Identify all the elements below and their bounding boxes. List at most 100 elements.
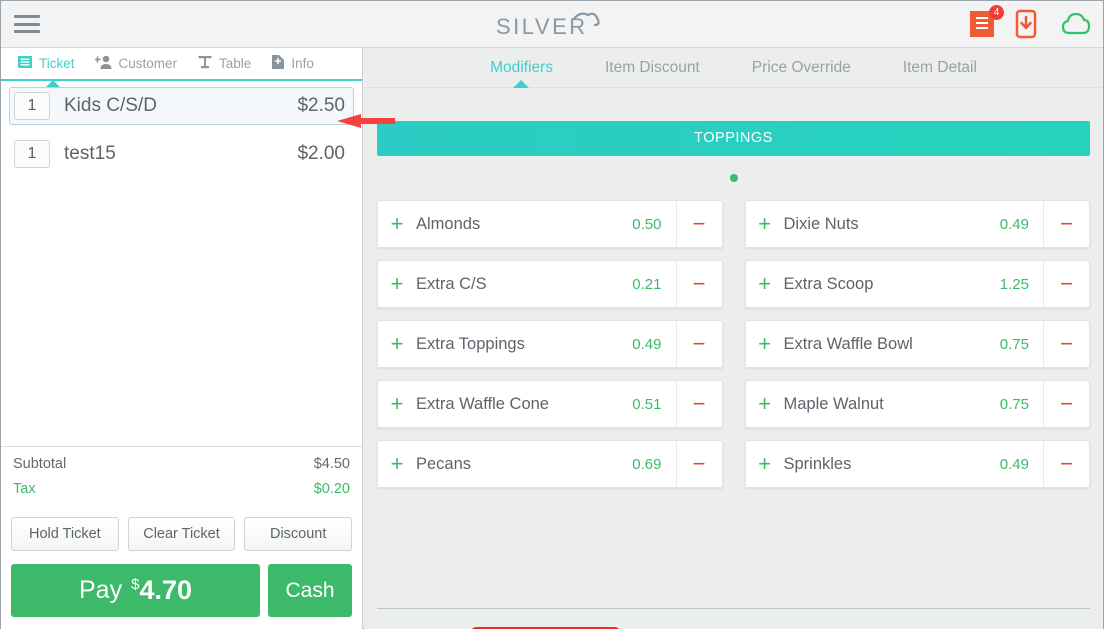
- sidebar-tab-info[interactable]: Info: [261, 49, 324, 79]
- receipt-badge-count: 4: [989, 5, 1004, 20]
- plus-icon[interactable]: +: [746, 213, 784, 235]
- plus-icon[interactable]: +: [378, 333, 416, 355]
- minus-icon[interactable]: −: [675, 381, 722, 427]
- list-item[interactable]: + Dixie Nuts 0.49 −: [744, 200, 1090, 248]
- top-bar-icons: 4: [969, 5, 1091, 39]
- minus-icon[interactable]: −: [1043, 321, 1089, 367]
- modifiers-panel: Modifiers Item Discount Price Override I…: [364, 48, 1103, 629]
- minus-icon[interactable]: −: [1043, 441, 1089, 487]
- modifier-name: Extra C/S: [416, 274, 487, 293]
- list-item[interactable]: + Extra Waffle Bowl 0.75 −: [744, 320, 1090, 368]
- modifier-name: Sprinkles: [783, 454, 852, 473]
- modifier-name: Extra Scoop: [783, 274, 874, 293]
- line-item-name: Kids C/S/D: [64, 95, 157, 116]
- pos-app-window: SILVER 4 Ticket Customer Table Info 1 Ki…: [0, 0, 1104, 629]
- modifier-name: Dixie Nuts: [783, 214, 859, 233]
- sidebar-tab-table-label: Table: [219, 56, 252, 71]
- modifier-name: Extra Waffle Cone: [416, 394, 549, 413]
- plus-icon[interactable]: +: [378, 213, 416, 235]
- sidebar-tab-info-label: Info: [291, 56, 314, 71]
- modifier-price: 0.49: [999, 215, 1029, 233]
- tax-row: Tax $0.20: [13, 472, 350, 497]
- table-row[interactable]: 1 test15 $2.00: [9, 135, 354, 173]
- tab-price-override[interactable]: Price Override: [726, 59, 877, 77]
- list-item[interactable]: + Maple Walnut 0.75 −: [744, 380, 1090, 428]
- subtotal-label: Subtotal: [13, 456, 67, 472]
- modifier-price: 0.50: [632, 215, 662, 233]
- subtotal-value: $4.50: [313, 456, 350, 472]
- receipt-icon[interactable]: 4: [969, 5, 1004, 39]
- plus-icon[interactable]: +: [746, 333, 784, 355]
- modifier-name: Almonds: [416, 214, 481, 233]
- modifiers-panel-tabs: Modifiers Item Discount Price Override I…: [364, 48, 1103, 88]
- pay-currency-symbol: $: [131, 576, 140, 593]
- minus-icon[interactable]: −: [675, 201, 722, 247]
- line-item-quantity[interactable]: 1: [14, 92, 50, 120]
- minus-icon[interactable]: −: [675, 321, 722, 367]
- silver-logo: SILVER: [1, 11, 1103, 39]
- modifier-price: 0.21: [632, 275, 662, 293]
- modifier-name: Maple Walnut: [783, 394, 884, 413]
- plus-icon[interactable]: +: [746, 273, 784, 295]
- discount-button[interactable]: Discount: [244, 517, 353, 551]
- pay-button[interactable]: Pay $ 4.70: [11, 564, 260, 617]
- ticket-panel: Ticket Customer Table Info 1 Kids C/S/D …: [1, 48, 363, 629]
- download-device-icon[interactable]: [1015, 9, 1043, 39]
- minus-icon[interactable]: −: [675, 441, 722, 487]
- pay-amount: 4.70: [139, 575, 192, 605]
- modifier-price: 0.69: [632, 455, 662, 473]
- add-document-icon: [271, 54, 285, 73]
- plus-icon[interactable]: +: [746, 453, 784, 475]
- sidebar-tab-customer[interactable]: Customer: [85, 49, 188, 79]
- modifier-price: 0.75: [999, 335, 1029, 353]
- list-item[interactable]: + Extra Toppings 0.49 −: [377, 320, 723, 368]
- tab-item-detail[interactable]: Item Detail: [877, 59, 1003, 77]
- modifier-price: 0.75: [999, 395, 1029, 413]
- line-item-quantity[interactable]: 1: [14, 140, 50, 168]
- sidebar-tab-table[interactable]: Table: [187, 49, 261, 79]
- list-item[interactable]: + Sprinkles 0.49 −: [744, 440, 1090, 488]
- line-item-price: $2.50: [297, 95, 345, 116]
- cash-button[interactable]: Cash: [268, 564, 352, 617]
- table-row[interactable]: 1 Kids C/S/D $2.50: [9, 87, 354, 125]
- modifier-name: Extra Toppings: [416, 334, 525, 353]
- plus-icon[interactable]: +: [746, 393, 784, 415]
- minus-icon[interactable]: −: [1043, 261, 1089, 307]
- list-item[interactable]: + Extra Waffle Cone 0.51 −: [377, 380, 723, 428]
- minus-icon[interactable]: −: [675, 261, 722, 307]
- modifier-grid: + Almonds 0.50 − + Dixie Nuts 0.49 − + E…: [377, 200, 1090, 488]
- plus-icon[interactable]: +: [378, 273, 416, 295]
- line-item-name: test15: [64, 143, 116, 164]
- active-tab-indicator: [513, 80, 529, 88]
- modifier-price: 0.49: [632, 335, 662, 353]
- hold-ticket-button[interactable]: Hold Ticket: [11, 517, 119, 551]
- list-item[interactable]: + Almonds 0.50 −: [377, 200, 723, 248]
- line-item-price: $2.00: [297, 143, 345, 164]
- modifier-price: 0.51: [632, 395, 662, 413]
- sidebar-tab-customer-label: Customer: [118, 56, 178, 71]
- sidebar-tab-ticket[interactable]: Ticket: [7, 49, 85, 79]
- tab-modifiers[interactable]: Modifiers: [464, 59, 579, 77]
- cloud-icon[interactable]: [1061, 9, 1091, 39]
- plus-icon[interactable]: +: [378, 393, 416, 415]
- ticket-totals: Subtotal $4.50 Tax $0.20: [1, 446, 362, 497]
- minus-icon[interactable]: −: [1043, 381, 1089, 427]
- list-item[interactable]: + Pecans 0.69 −: [377, 440, 723, 488]
- plus-icon[interactable]: +: [378, 453, 416, 475]
- tab-item-discount[interactable]: Item Discount: [579, 59, 726, 77]
- sidebar-tab-ticket-label: Ticket: [39, 56, 75, 71]
- clear-ticket-button[interactable]: Clear Ticket: [127, 517, 236, 551]
- table-icon: [197, 54, 213, 73]
- top-app-bar: SILVER 4: [1, 1, 1103, 48]
- divider: [377, 608, 1090, 609]
- page-indicator-dot[interactable]: [729, 174, 738, 182]
- modifier-price: 0.49: [999, 455, 1029, 473]
- list-item[interactable]: + Extra Scoop 1.25 −: [744, 260, 1090, 308]
- minus-icon[interactable]: −: [1043, 201, 1089, 247]
- list-item[interactable]: + Extra C/S 0.21 −: [377, 260, 723, 308]
- ticket-icon: [17, 54, 33, 73]
- modifier-name: Extra Waffle Bowl: [783, 334, 913, 353]
- ticket-item-list: 1 Kids C/S/D $2.50 1 test15 $2.00: [1, 81, 362, 426]
- subtotal-row: Subtotal $4.50: [13, 447, 350, 472]
- modifier-group-header[interactable]: TOPPINGS: [377, 121, 1090, 156]
